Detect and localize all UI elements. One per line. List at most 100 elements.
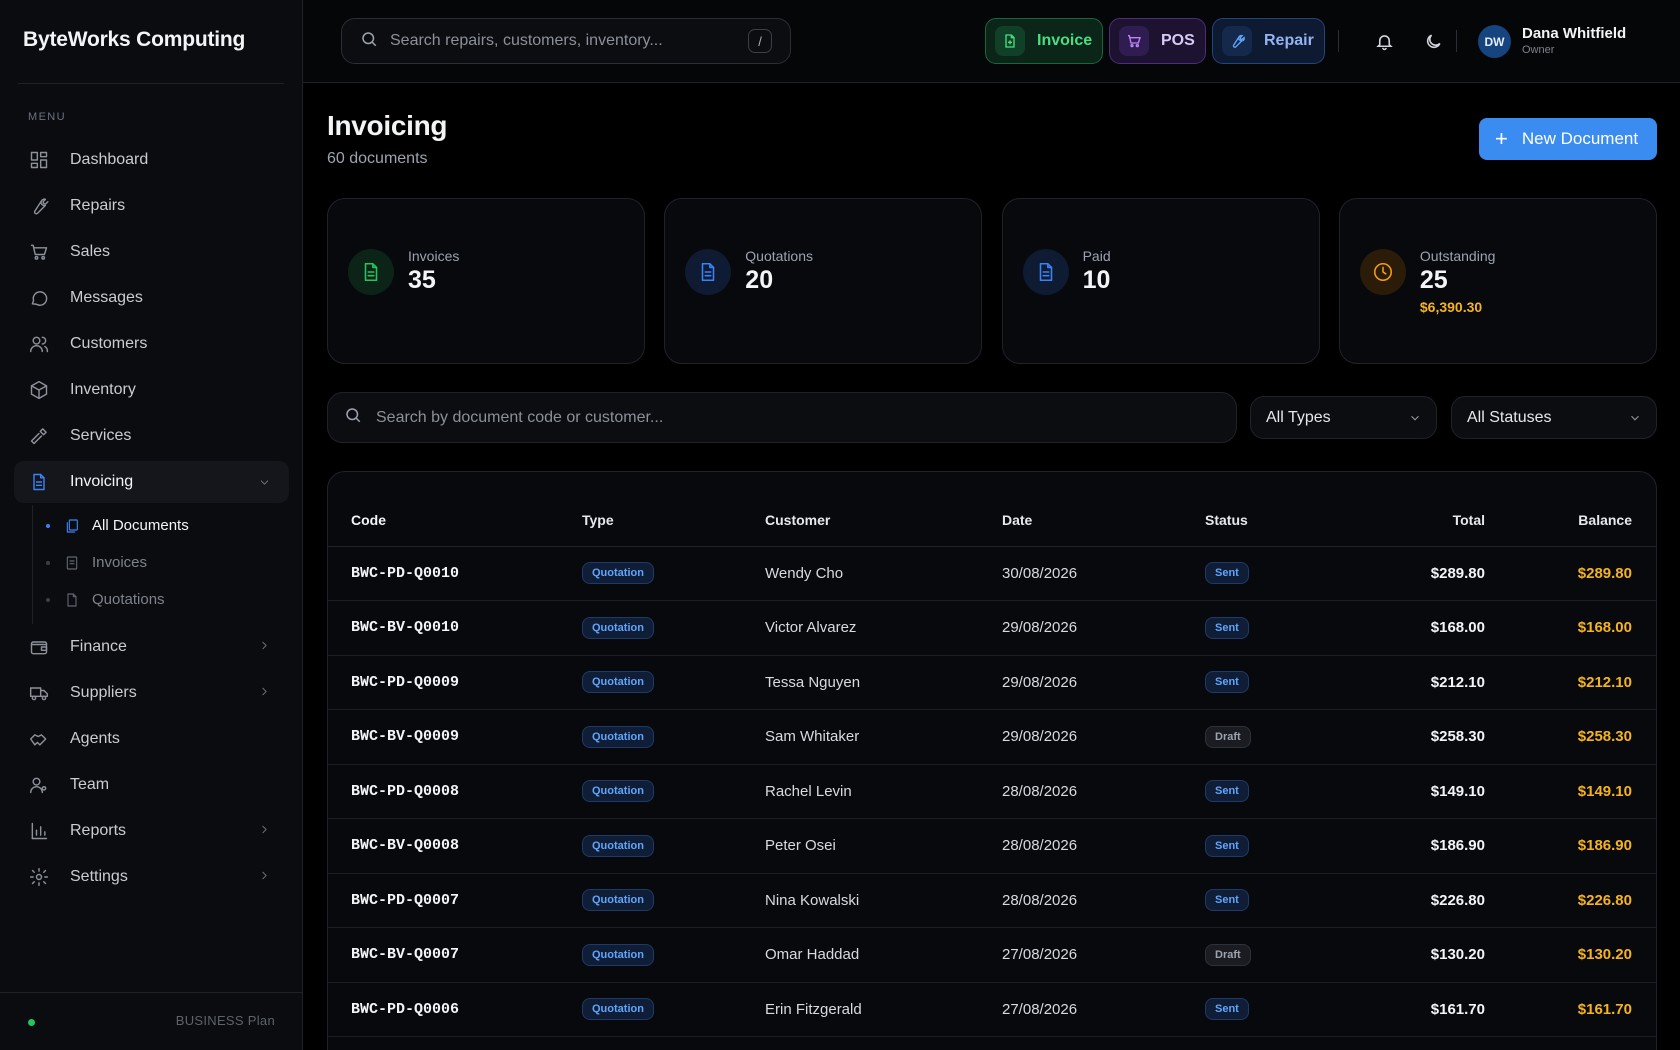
status-cell: Sent	[1205, 873, 1345, 928]
subnav-item-label: Invoices	[92, 554, 148, 571]
wrench-icon	[28, 195, 50, 217]
document-balance: $258.30	[1485, 709, 1656, 765]
user-role: Owner	[1522, 44, 1555, 56]
quick-pos-button[interactable]: POS	[1109, 18, 1206, 64]
status-filter-select[interactable]: All Statuses	[1451, 396, 1657, 439]
sidebar-item-repairs[interactable]: Repairs	[14, 183, 289, 229]
table-row[interactable]: BWC-PD-Q0008 Quotation Rachel Levin 28/08/2…	[328, 764, 1656, 819]
table-row[interactable]: BWC-BV-Q0007 Quotation Omar Haddad 27/08/20…	[328, 927, 1656, 983]
status-badge: Draft	[1205, 725, 1251, 748]
subnav-item-label: Quotations	[92, 591, 165, 608]
clock-icon	[1359, 249, 1406, 295]
chart-icon	[28, 820, 50, 842]
quick-repair-button[interactable]: Repair	[1212, 18, 1325, 64]
handshake-icon	[28, 728, 50, 750]
stat-label: Invoices	[408, 248, 460, 264]
type-filter-select[interactable]: All Types	[1250, 396, 1437, 439]
document-total: $130.20	[1345, 927, 1485, 983]
sidebar-item-customers[interactable]: Customers	[14, 321, 289, 367]
new-document-label: New Document	[1521, 129, 1639, 148]
table-row[interactable]: BWC-PD-Q0009 Quotation Tessa Nguyen 29/08/2…	[328, 655, 1656, 710]
status-badge: Sent	[1205, 671, 1249, 694]
quick-invoice-label: Invoice	[1037, 32, 1093, 49]
table-row[interactable]: BWC-PD-Q0010 Quotation Wendy Cho 30/08/2026…	[328, 546, 1656, 601]
bell-icon	[1375, 34, 1393, 50]
table-row[interactable]: BWC-BV-Q0008 Quotation Peter Osei 28/08/202…	[328, 818, 1656, 874]
subnav-item-all-documents[interactable]: All Documents	[33, 507, 289, 544]
subnav-item-invoices[interactable]: Invoices	[33, 544, 289, 581]
sidebar-item-sales[interactable]: Sales	[14, 229, 289, 275]
sidebar-item-finance[interactable]: Finance	[14, 624, 289, 670]
sidebar-item-suppliers[interactable]: Suppliers	[14, 670, 289, 716]
table-row[interactable]: BWC-PD-Q0006 Quotation Erin Fitzgerald 27/0…	[328, 982, 1656, 1037]
chevron-down-icon	[1408, 411, 1422, 430]
sidebar-item-label: Dashboard	[70, 151, 149, 168]
sidebar-item-dashboard[interactable]: Dashboard	[14, 137, 289, 183]
table-header-row: Code Type Customer Date Status Total Bal…	[328, 494, 1656, 547]
document-balance: $289.80	[1485, 546, 1656, 601]
document-code[interactable]: BWC-BV-Q0009	[328, 709, 582, 765]
sidebar-item-invoicing[interactable]: Invoicing	[14, 461, 289, 503]
documents-icon	[64, 517, 82, 535]
subnav-item-quotations[interactable]: Quotations	[33, 581, 289, 618]
table-row[interactable]: BWC-PD-Q0007 Quotation Nina Kowalski 28/08/…	[328, 873, 1656, 928]
table-row[interactable]	[328, 1036, 1656, 1050]
document-code[interactable]: BWC-PD-Q0010	[328, 546, 582, 601]
documents-table: Code Type Customer Date Status Total Bal…	[328, 494, 1656, 1050]
hammer-icon	[28, 425, 50, 447]
new-document-button[interactable]: + New Document	[1479, 118, 1657, 160]
document-code[interactable]: BWC-PD-Q0009	[328, 655, 582, 710]
notifications-button[interactable]	[1371, 28, 1397, 54]
document-search-input[interactable]	[376, 408, 1236, 427]
sidebar-item-messages[interactable]: Messages	[14, 275, 289, 321]
global-search[interactable]: /	[341, 18, 791, 64]
sidebar-item-label: Agents	[70, 730, 120, 747]
column-header-date[interactable]: Date	[1002, 494, 1205, 547]
status-cell: Sent	[1205, 818, 1345, 874]
stat-card-invoices: Invoices 35	[327, 198, 645, 364]
document-code[interactable]: BWC-PD-Q0006	[328, 982, 582, 1037]
column-header-status[interactable]: Status	[1205, 494, 1345, 547]
bullet-dot	[46, 597, 50, 602]
document-total: $258.30	[1345, 709, 1485, 765]
type-cell: Quotation	[582, 873, 765, 928]
document-code[interactable]: BWC-PD-Q0008	[328, 764, 582, 819]
avatar[interactable]: DW	[1478, 25, 1511, 58]
table-row[interactable]: BWC-BV-Q0010 Quotation Victor Alvarez 29/08…	[328, 600, 1656, 656]
column-header-balance[interactable]: Balance	[1485, 494, 1656, 547]
sidebar-item-inventory[interactable]: Inventory	[14, 367, 289, 413]
user-name[interactable]: Dana Whitfield	[1522, 25, 1626, 42]
type-badge: Quotation	[582, 834, 654, 857]
global-search-input[interactable]	[390, 32, 748, 50]
box-icon	[28, 379, 50, 401]
document-date: 29/08/2026	[1002, 600, 1205, 656]
brand-name[interactable]: ByteWorks Computing	[23, 28, 245, 52]
sidebar-item-label: Settings	[70, 868, 128, 885]
theme-toggle-button[interactable]	[1420, 28, 1446, 54]
invoice-plus-icon	[995, 26, 1025, 56]
search-shortcut-key: /	[748, 29, 772, 53]
sidebar-item-team[interactable]: Team	[14, 762, 289, 808]
document-balance: $168.00	[1485, 600, 1656, 656]
column-header-total[interactable]: Total	[1345, 494, 1485, 547]
status-cell: Sent	[1205, 764, 1345, 819]
status-filter-value: All Statuses	[1467, 408, 1552, 426]
document-code[interactable]: BWC-PD-Q0007	[328, 873, 582, 928]
column-header-code[interactable]: Code	[328, 494, 582, 547]
document-code[interactable]: BWC-BV-Q0007	[328, 927, 582, 983]
sidebar-item-agents[interactable]: Agents	[14, 716, 289, 762]
outstanding-amount: $6,390.30	[1419, 299, 1483, 315]
quick-invoice-button[interactable]: Invoice	[985, 18, 1103, 64]
column-header-customer[interactable]: Customer	[765, 494, 1002, 547]
sidebar-item-label: Services	[70, 427, 132, 444]
column-header-type[interactable]: Type	[582, 494, 765, 547]
document-search[interactable]	[327, 392, 1237, 443]
sidebar-item-settings[interactable]: Settings	[14, 854, 289, 900]
quick-pos-label: POS	[1161, 32, 1195, 49]
table-row[interactable]: BWC-BV-Q0009 Quotation Sam Whitaker 29/08/2…	[328, 709, 1656, 765]
search-icon	[344, 406, 362, 429]
document-code[interactable]: BWC-BV-Q0010	[328, 600, 582, 656]
sidebar-item-reports[interactable]: Reports	[14, 808, 289, 854]
sidebar-item-services[interactable]: Services	[14, 413, 289, 459]
document-code[interactable]: BWC-BV-Q0008	[328, 818, 582, 874]
